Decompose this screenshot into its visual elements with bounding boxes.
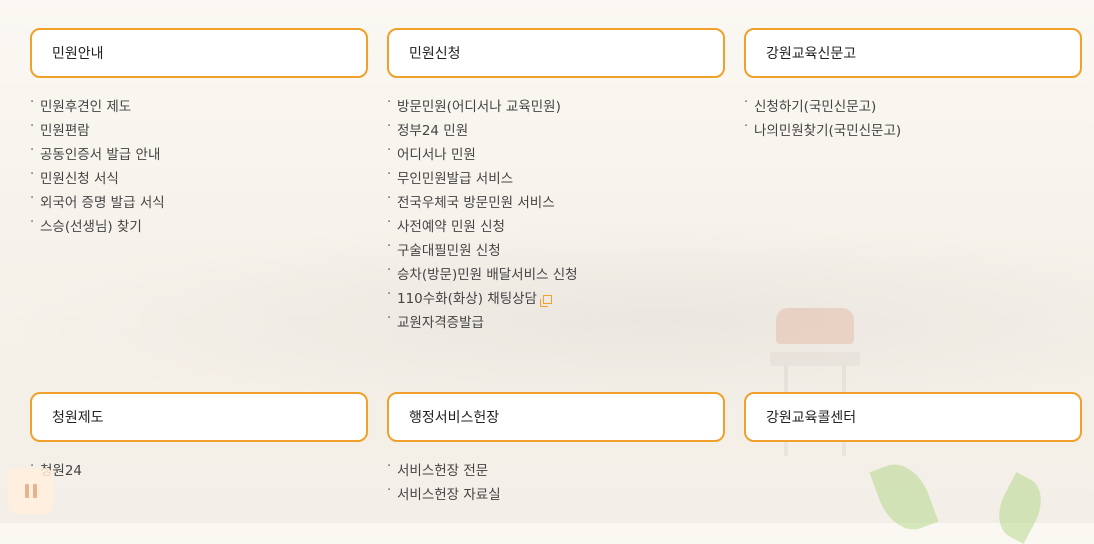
list-link[interactable]: 전국우체국 방문민원 서비스 <box>387 187 725 215</box>
list-link[interactable]: 구술대필민원 신청 <box>387 235 725 263</box>
link-list: 방문민원(어디서나 교육민원) 정부24 민원 어디서나 민원 무인민원발급 서… <box>387 91 725 335</box>
link-list: 신청하기(국민신문고) 나의민원찾기(국민신문고) <box>744 91 1082 143</box>
section-civil-application: 민원신청 방문민원(어디서나 교육민원) 정부24 민원 어디서나 민원 무인민… <box>387 28 725 335</box>
section-header-civil-application[interactable]: 민원신청 <box>387 28 725 78</box>
leaf-decoration <box>988 472 1052 544</box>
section-sinmungo: 강원교육신문고 신청하기(국민신문고) 나의민원찾기(국민신문고) <box>744 28 1082 143</box>
list-link[interactable]: 외국어 증명 발급 서식 <box>30 187 368 215</box>
list-link[interactable]: 공동인증서 발급 안내 <box>30 139 368 167</box>
list-link[interactable]: 무인민원발급 서비스 <box>387 163 725 191</box>
list-link[interactable]: 나의민원찾기(국민신문고) <box>744 115 1082 143</box>
list-link[interactable]: 스승(선생님) 찾기 <box>30 211 368 239</box>
link-list: 민원후견인 제도 민원편람 공동인증서 발급 안내 민원신청 서식 외국어 증명… <box>30 91 368 239</box>
section-service-charter: 행정서비스헌장 서비스헌장 전문 서비스헌장 자료실 <box>387 392 725 507</box>
list-link[interactable]: 청원24 <box>30 455 368 483</box>
list-link-external[interactable]: 110수화(화상) 채팅상담 <box>387 283 725 311</box>
list-link[interactable]: 민원신청 서식 <box>30 163 368 191</box>
leaf-decoration <box>869 455 939 539</box>
list-link-label: 110수화(화상) 채팅상담 <box>397 291 537 307</box>
section-petition: 청원제도 청원24 <box>30 392 368 483</box>
pause-icon <box>25 484 29 498</box>
section-header-call-center[interactable]: 강원교육콜센터 <box>744 392 1082 442</box>
list-link[interactable]: 민원편람 <box>30 115 368 143</box>
external-link-icon <box>539 295 552 307</box>
list-link[interactable]: 서비스헌장 자료실 <box>387 479 725 507</box>
list-link[interactable]: 방문민원(어디서나 교육민원) <box>387 91 725 119</box>
link-list: 서비스헌장 전문 서비스헌장 자료실 <box>387 455 725 507</box>
list-link[interactable]: 민원후견인 제도 <box>30 91 368 119</box>
section-header-sinmungo[interactable]: 강원교육신문고 <box>744 28 1082 78</box>
list-link[interactable]: 정부24 민원 <box>387 115 725 143</box>
link-list: 청원24 <box>30 455 368 483</box>
section-header-civil-guide[interactable]: 민원안내 <box>30 28 368 78</box>
list-link[interactable]: 어디서나 민원 <box>387 139 725 167</box>
list-link[interactable]: 사전예약 민원 신청 <box>387 211 725 239</box>
list-link[interactable]: 교원자격증발급 <box>387 307 725 335</box>
list-link[interactable]: 서비스헌장 전문 <box>387 455 725 483</box>
list-link[interactable]: 신청하기(국민신문고) <box>744 91 1082 119</box>
section-header-service-charter[interactable]: 행정서비스헌장 <box>387 392 725 442</box>
list-link[interactable]: 승차(방문)민원 배달서비스 신청 <box>387 259 725 287</box>
section-header-petition[interactable]: 청원제도 <box>30 392 368 442</box>
section-call-center: 강원교육콜센터 <box>744 392 1082 442</box>
pause-button[interactable] <box>8 468 54 514</box>
section-civil-guide: 민원안내 민원후견인 제도 민원편람 공동인증서 발급 안내 민원신청 서식 외… <box>30 28 368 239</box>
